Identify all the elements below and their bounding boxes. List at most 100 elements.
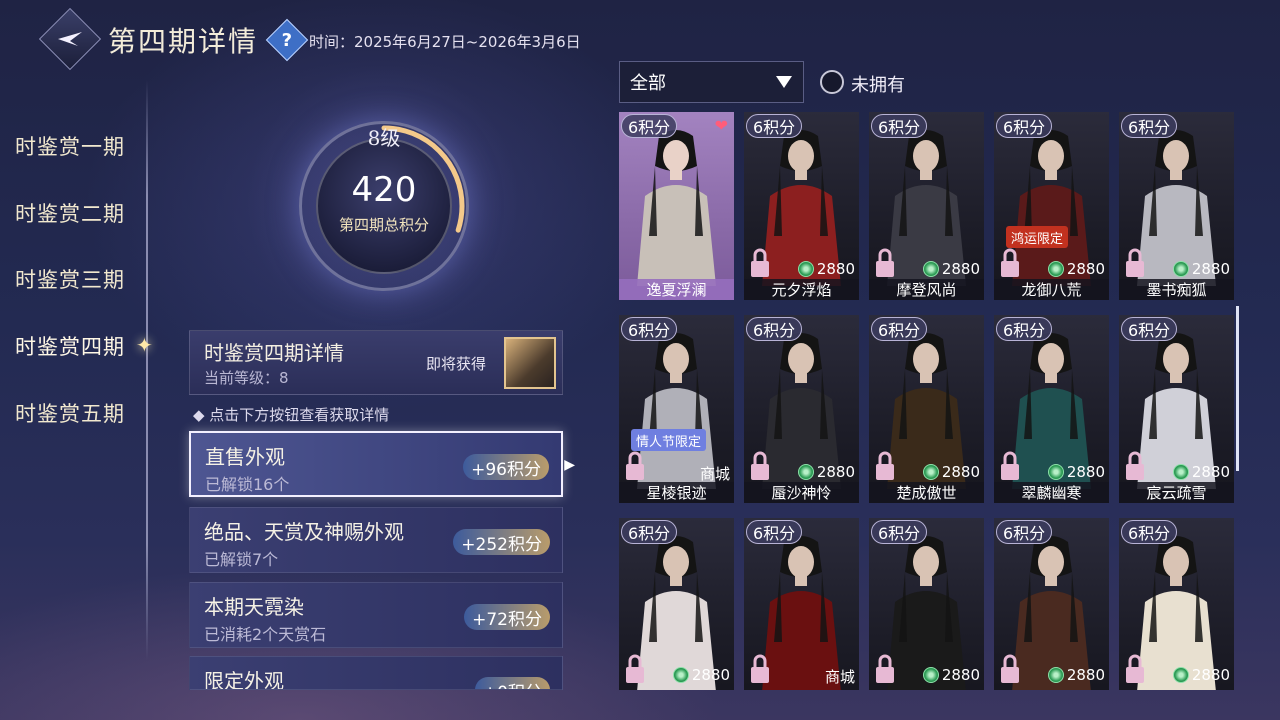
jade-coin-icon [797,464,814,480]
lock-icon [1126,248,1144,277]
lock-icon [751,654,769,683]
period-details-title: 时鉴赏四期详情 [204,341,344,365]
limited-badge: 情人节限定 [631,429,707,451]
jade-coin-icon [922,261,939,277]
back-arrow-icon [58,32,82,46]
outfit-name: 元夕浮焰 [744,279,859,300]
jade-coin-icon [1172,464,1189,480]
outfit-card[interactable]: 6积分 2880 [869,518,984,690]
lock-icon [626,654,644,683]
outfit-name: 摩登风尚 [869,279,984,300]
upcoming-reward-label: 即将获得 [426,355,487,373]
level-label: 8级 [367,126,401,150]
price-tag: 2880 [797,463,855,481]
points-badge: 6积分 [621,317,678,341]
price-value: 2880 [1191,463,1230,481]
outfit-card[interactable]: 6积分 2880 宸云疏雪 [1119,315,1234,503]
outfit-card[interactable]: 6积分 ❤ 逸夏浮澜 [619,112,734,300]
price-value: 2880 [1066,666,1105,684]
lock-icon [876,248,894,277]
points-badge: 6积分 [1121,114,1178,138]
outfit-name: 逸夏浮澜 [619,279,734,300]
limited-badge: 鸿运限定 [1006,226,1069,248]
unowned-filter-radio[interactable] [820,70,844,94]
price-tag: 2880 [922,666,980,684]
jade-coin-icon [672,667,689,683]
price-value: 2880 [1191,666,1230,684]
outfit-card[interactable]: 6积分商城 [744,518,859,690]
total-score: 420 [351,170,417,210]
points-badge: 6积分 [871,520,928,544]
nav-item-period-2[interactable]: 时鉴赏二期 [15,198,125,228]
price-tag: 2880 [1047,463,1105,481]
price-value: 2880 [1066,260,1105,278]
filter-dropdown[interactable]: 全部 [619,61,804,103]
lock-icon [1001,248,1019,277]
category-title: 限定外观 [204,669,284,690]
active-star-icon: ✦ [136,333,153,357]
points-badge: 6积分 [621,520,678,544]
price-tag: 2880 [797,260,855,278]
filter-selected-value: 全部 [630,73,666,94]
outfit-card[interactable]: 6积分 鸿运限定 2880 龙御八荒 [994,112,1109,300]
upcoming-reward-icon[interactable] [504,337,556,389]
nav-item-period-1[interactable]: 时鉴赏一期 [15,131,125,161]
outfit-card[interactable]: 6积分 情人节限定 商城 星棱银迹 [619,315,734,503]
outfit-name: 宸云疏雪 [1119,482,1234,503]
points-badge: 6积分 [996,520,1053,544]
nav-item-period-5[interactable]: 时鉴赏五期 [15,398,125,428]
outfit-name: 墨书痴狐 [1119,279,1234,300]
price-value: 2880 [941,260,980,278]
lock-icon [876,654,894,683]
category-points-badge: +96积分 [463,454,549,480]
category-limited[interactable]: 限定外观 +0积分 [189,656,563,690]
category-subtitle: 已解锁7个 [204,550,279,569]
jade-coin-icon [797,261,814,277]
points-badge: 6积分 [871,114,928,138]
price-tag: 2880 [1172,463,1230,481]
lock-icon [751,451,769,480]
points-badge: 6积分 [871,317,928,341]
lock-icon [1126,654,1144,683]
outfit-card[interactable]: 6积分 2880 摩登风尚 [869,112,984,300]
price-tag: 2880 [672,666,730,684]
category-title: 直售外观 [205,445,285,469]
price-value: 2880 [816,463,855,481]
price-tag: 2880 [1172,260,1230,278]
category-points-badge: +0积分 [474,677,550,689]
points-badge: 6积分 [746,520,803,544]
category-subtitle: 已解锁16个 [205,475,290,494]
shop-label: 商城 [699,465,730,483]
lock-icon [1126,451,1144,480]
nav-item-period-4[interactable]: 时鉴赏四期 [15,331,125,361]
price-value: 2880 [1191,260,1230,278]
outfit-card[interactable]: 6积分 2880 [1119,518,1234,690]
category-premium[interactable]: 绝品、天赏及神赐外观 已解锁7个 +252积分 [189,507,563,573]
outfit-card[interactable]: 6积分 2880 元夕浮焰 [744,112,859,300]
points-badge: 6积分 [1121,520,1178,544]
jade-coin-icon [1047,464,1064,480]
outfit-card[interactable]: 6积分 2880 墨书痴狐 [1119,112,1234,300]
back-button[interactable] [38,7,102,71]
points-badge: 6积分 [746,317,803,341]
outfit-name: 翠麟幽寒 [994,482,1109,503]
points-badge: 6积分 [621,114,678,138]
outfit-card[interactable]: 6积分 2880 [994,518,1109,690]
help-icon[interactable]: ? [265,18,309,62]
outfit-card[interactable]: 6积分 2880 楚成傲世 [869,315,984,503]
category-dye[interactable]: 本期天霓染 已消耗2个天赏石 +72积分 [189,582,563,648]
category-direct-sale[interactable]: 直售外观 已解锁16个 +96积分 ▶ [189,431,575,497]
grid-scrollbar[interactable] [1236,306,1239,471]
shop-label: 商城 [824,668,855,686]
outfit-card[interactable]: 6积分 2880 [619,518,734,690]
nav-item-period-3[interactable]: 时鉴赏三期 [15,264,125,294]
category-subtitle: 已消耗2个天赏石 [204,625,327,644]
outfit-name: 楚成傲世 [869,482,984,503]
points-badge: 6积分 [996,317,1053,341]
selected-arrow-icon: ▶ [564,457,575,473]
lock-icon [1001,451,1019,480]
price-value: 2880 [1066,463,1105,481]
outfit-card[interactable]: 6积分 2880 翠麟幽寒 [994,315,1109,503]
outfit-card[interactable]: 6积分 2880 蜃沙神怜 [744,315,859,503]
category-points-badge: +252积分 [453,529,550,555]
